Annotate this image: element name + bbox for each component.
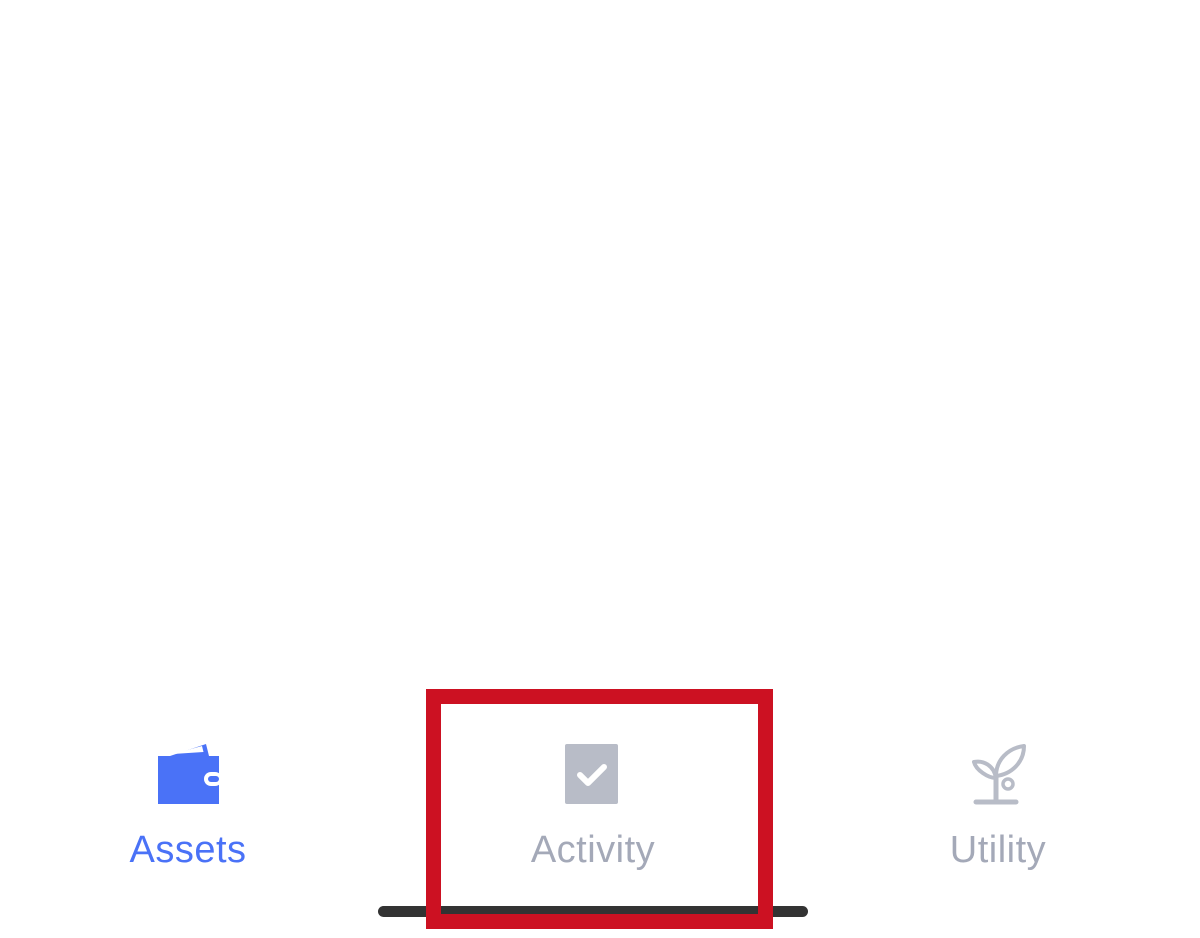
tab-label-utility: Utility bbox=[949, 829, 1047, 871]
app-screen: Assets Activity Utility bbox=[0, 0, 1200, 938]
home-indicator[interactable] bbox=[378, 906, 808, 917]
tab-label-assets: Assets bbox=[129, 829, 247, 871]
sprout-icon bbox=[966, 742, 1030, 806]
wallet-icon bbox=[156, 742, 220, 806]
content-area bbox=[0, 0, 1200, 690]
tab-label-activity: Activity bbox=[530, 829, 656, 871]
tab-activity[interactable]: Activity bbox=[463, 690, 723, 890]
bottom-tab-bar: Assets Activity Utility bbox=[0, 690, 1200, 900]
tab-utility[interactable]: Utility bbox=[868, 690, 1128, 890]
tab-assets[interactable]: Assets bbox=[58, 690, 318, 890]
checkbox-icon bbox=[561, 742, 625, 806]
